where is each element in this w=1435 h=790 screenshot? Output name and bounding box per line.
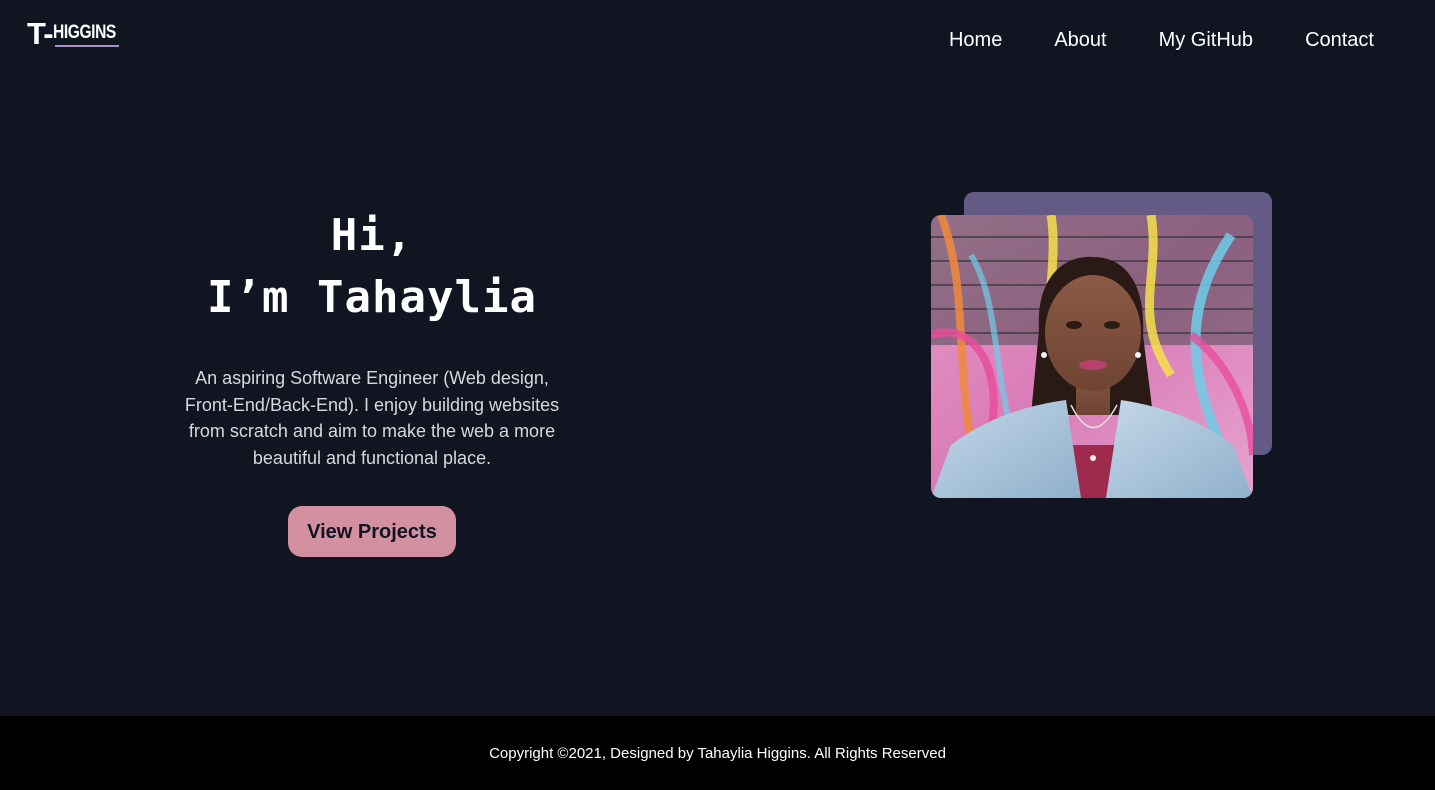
hero-section: Hi, I’m Tahaylia An aspiring Software En… bbox=[162, 205, 582, 557]
profile-photo bbox=[931, 215, 1253, 498]
site-footer: Copyright ©2021, Designed by Tahaylia Hi… bbox=[0, 716, 1435, 790]
logo-name: HIGGINS bbox=[52, 22, 116, 43]
view-projects-button[interactable]: View Projects bbox=[288, 506, 456, 557]
hero-title: Hi, I’m Tahaylia bbox=[162, 205, 582, 329]
logo-t: T- bbox=[27, 16, 54, 51]
logo-wordmark: HIGGINS bbox=[53, 22, 130, 47]
nav-contact[interactable]: Contact bbox=[1305, 28, 1374, 52]
site-logo[interactable]: T- HIGGINS bbox=[27, 16, 130, 51]
nav-github[interactable]: My GitHub bbox=[1159, 28, 1253, 52]
hero-name: I’m Tahaylia bbox=[207, 272, 537, 323]
copyright-text: Copyright ©2021, Designed by Tahaylia Hi… bbox=[489, 744, 946, 762]
logo-underline bbox=[54, 45, 119, 47]
nav-about[interactable]: About bbox=[1054, 28, 1106, 52]
hero-greeting: Hi, bbox=[330, 210, 414, 261]
nav-home[interactable]: Home bbox=[949, 28, 1002, 52]
main-nav: Home About My GitHub Contact bbox=[897, 28, 1374, 52]
hero-description: An aspiring Software Engineer (Web desig… bbox=[184, 368, 560, 468]
